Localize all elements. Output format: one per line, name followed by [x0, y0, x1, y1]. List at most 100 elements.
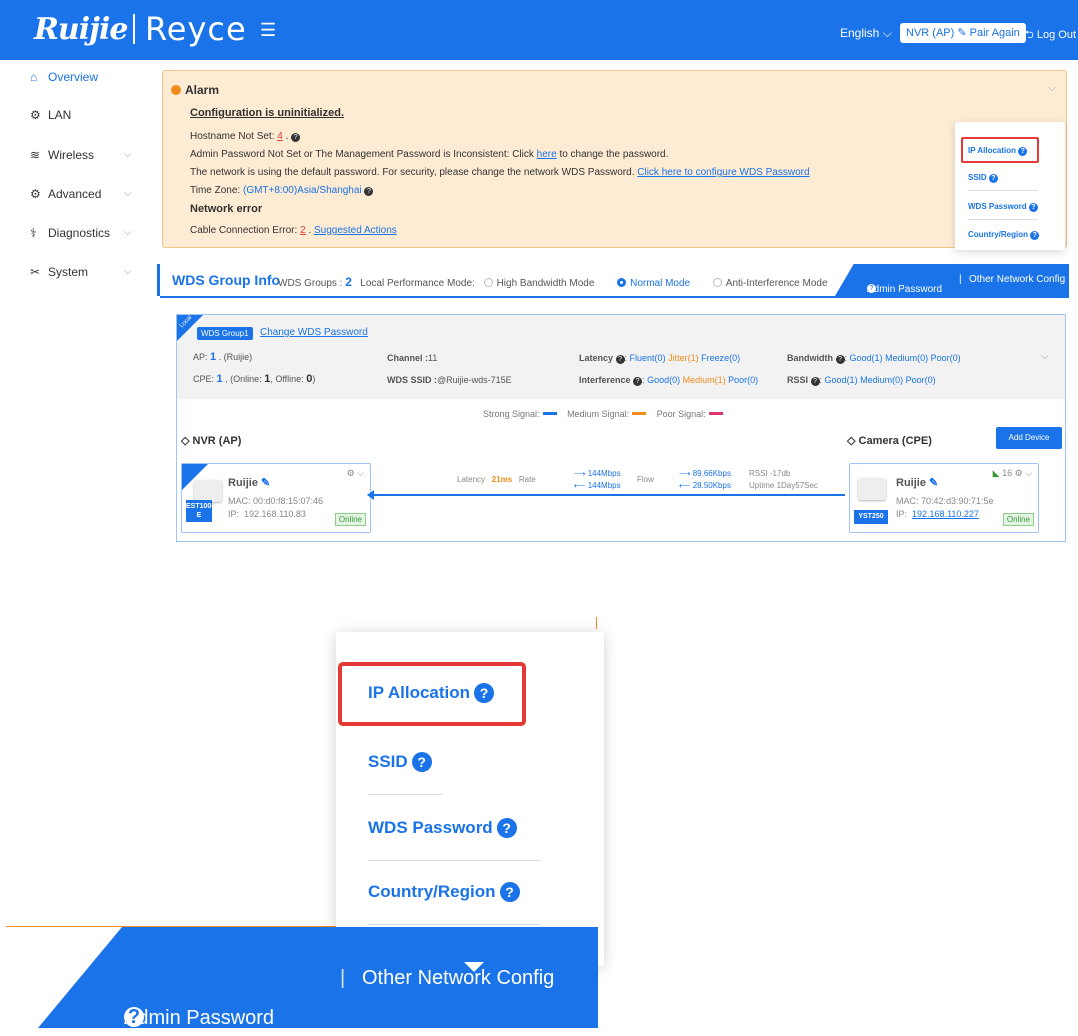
- edit-icon[interactable]: ✎: [929, 477, 938, 489]
- chevron-down-icon[interactable]: ⌵: [124, 149, 132, 160]
- radio-anti-interference[interactable]: [712, 278, 722, 287]
- rate-up: ⟶ 144Mbps: [574, 469, 621, 478]
- logout-icon: ⮌: [1025, 29, 1034, 41]
- language-select[interactable]: English ⌵: [840, 26, 892, 41]
- ap-model-badge: EST100-E: [186, 500, 214, 522]
- stethoscope-icon: ⚕: [30, 226, 37, 240]
- reyee-logo: Reyce: [145, 10, 247, 48]
- menu-collapse-icon[interactable]: ☰: [260, 20, 276, 41]
- sidebar-item-system[interactable]: ✂ System: [30, 265, 88, 279]
- radio-high-bandwidth[interactable]: [483, 278, 493, 287]
- ap-device-image: [194, 480, 222, 502]
- ap-device-name: Ruijie ✎: [228, 477, 271, 489]
- ruijie-logo: Ruijie: [34, 12, 128, 47]
- hostname-alert: Hostname Not Set: 4 . ?: [190, 131, 301, 142]
- cable-error-alert: Cable Connection Error: 2 . Suggested Ac…: [190, 225, 397, 236]
- sidebar-item-advanced[interactable]: ⚙ Advanced: [30, 187, 101, 201]
- zoomed-network-config-dropdown: IP Allocation? SSID? WDS Password? Count…: [336, 632, 604, 966]
- client-count[interactable]: ◣ 16 ⚙ ⌵: [993, 468, 1032, 479]
- gear-icon: ⚙: [30, 108, 41, 122]
- edit-icon[interactable]: ✎: [261, 477, 270, 489]
- wds-link-line: [370, 494, 845, 496]
- help-icon[interactable]: ?: [364, 187, 374, 196]
- ap-ip: IP: 192.168.110.83: [228, 509, 306, 519]
- ap-status-badge: Online: [334, 513, 366, 526]
- other-network-config-tab[interactable]: Other Network Config: [969, 274, 1065, 285]
- help-icon[interactable]: ?: [291, 133, 301, 142]
- divider: [368, 924, 540, 925]
- menu-item-country-region[interactable]: Country/Region ?: [968, 230, 1040, 240]
- home-icon: ⌂: [30, 70, 38, 84]
- help-icon: ?: [615, 355, 625, 364]
- cpe-device-name: Ruijie ✎: [896, 477, 939, 489]
- wds-groups-count: 2: [345, 275, 352, 289]
- signal-icon: ◣: [992, 468, 1000, 478]
- zoomed-menu-item-country-region[interactable]: Country/Region?: [368, 882, 520, 902]
- cpe-ip: IP: 192.168.110.227: [896, 509, 979, 519]
- rate-down: ⟵ 144Mbps: [574, 481, 621, 490]
- cpe-device-card[interactable]: YST250 Ruijie ✎ MAC: 70:42:d3:90:71:5e I…: [849, 463, 1039, 533]
- ap-device-card[interactable]: EST100-E Ruijie ✎ MAC: 00:d0:f8:15:07:46…: [181, 463, 371, 533]
- zoomed-menu-item-ssid[interactable]: SSID?: [368, 752, 432, 772]
- change-password-link[interactable]: here: [537, 149, 557, 160]
- signal-legend: Strong Signal: Medium Signal: Poor Signa…: [483, 409, 731, 419]
- menu-item-ssid[interactable]: SSID ?: [968, 173, 998, 183]
- sidebar-item-diagnostics[interactable]: ⚕ Diagnostics: [30, 226, 110, 240]
- help-icon[interactable]: ?: [867, 284, 876, 293]
- configure-wds-password-link[interactable]: Click here to configure WDS Password: [637, 167, 809, 178]
- sidebar-item-overview[interactable]: ⌂ Overview: [30, 70, 98, 84]
- device-pill[interactable]: NVR (AP) ✎ Pair Again: [900, 23, 1026, 43]
- help-icon[interactable]: ?: [1028, 203, 1038, 212]
- alert-icon: [171, 85, 181, 95]
- sidebar: ⌂ Overview ⚙ LAN ≋ Wireless ⌵ ⚙ Advanced ⌵ ⚕…: [0, 60, 150, 550]
- radio-normal-mode[interactable]: [617, 278, 627, 287]
- chevron-down-icon[interactable]: ⌵: [1048, 83, 1056, 94]
- cpe-device-image: [858, 478, 886, 500]
- help-icon[interactable]: ?: [124, 1007, 144, 1027]
- help-icon[interactable]: ?: [496, 818, 517, 838]
- cpe-section-title: ◇ Camera (CPE): [847, 435, 932, 447]
- chevron-down-icon[interactable]: ⌵: [1041, 351, 1049, 362]
- zoomed-menu-item-wds-password[interactable]: WDS Password?: [368, 818, 517, 838]
- zoomed-other-network-config-tab[interactable]: Other Network Config: [362, 967, 554, 990]
- help-icon[interactable]: ?: [411, 752, 432, 772]
- device-label: NVR (AP): [906, 27, 955, 39]
- cable-error-count-link[interactable]: 2: [300, 225, 306, 236]
- help-icon[interactable]: ?: [1030, 231, 1040, 240]
- hostname-count-link[interactable]: 4: [277, 131, 283, 142]
- cpe-mac: MAC: 70:42:d3:90:71:5e: [896, 496, 994, 506]
- chevron-down-icon[interactable]: ⌵: [124, 188, 132, 199]
- menu-item-wds-password[interactable]: WDS Password ?: [968, 202, 1038, 212]
- divider: [368, 794, 442, 795]
- wds-group-badge: WDS Group1: [197, 327, 253, 340]
- zoomed-menu-item-ip-allocation[interactable]: IP Allocation?: [368, 683, 495, 703]
- help-icon[interactable]: ?: [499, 882, 520, 902]
- flow-up: ⟶ 89.66Kbps: [679, 469, 731, 478]
- interference-info: Interference ?: Good(0) Medium(1) Poor(0…: [579, 375, 759, 386]
- help-icon[interactable]: ?: [474, 683, 495, 703]
- suggested-actions-link[interactable]: Suggested Actions: [314, 225, 397, 236]
- add-device-button[interactable]: Add Device: [996, 427, 1062, 449]
- wds-password-alert: The network is using the default passwor…: [190, 167, 810, 178]
- chevron-down-icon[interactable]: ⌵: [124, 227, 132, 238]
- alarm-panel: Alarm ⌵ Configuration is uninitialized. …: [162, 70, 1067, 248]
- help-icon[interactable]: ?: [988, 174, 998, 183]
- pair-again-link[interactable]: Pair Again: [970, 27, 1020, 39]
- gear-icon[interactable]: ⚙ ⌵: [347, 468, 364, 479]
- chevron-down-icon[interactable]: ⌵: [124, 266, 132, 277]
- sidebar-item-lan[interactable]: ⚙ LAN: [30, 108, 71, 122]
- logo-divider: [133, 14, 135, 44]
- alarm-title: Alarm: [171, 83, 219, 97]
- help-icon: ?: [835, 355, 845, 364]
- gear-icon: ⚙: [1014, 468, 1023, 478]
- settings-icon: ⚙: [30, 187, 41, 201]
- logout-button[interactable]: ⮌ Log Out: [1025, 26, 1076, 45]
- change-wds-password-link[interactable]: Change WDS Password: [260, 327, 368, 338]
- cpe-model-badge: YST250: [854, 510, 888, 524]
- channel-info: Channel :11: [387, 353, 438, 363]
- help-icon: ?: [633, 377, 643, 386]
- sidebar-item-wireless[interactable]: ≋ Wireless: [30, 148, 94, 162]
- uptime-value: Uptime 1Day57Sec: [749, 481, 818, 490]
- timezone-value[interactable]: (GMT+8:00)Asia/Shanghai: [243, 185, 362, 196]
- guide-line: [596, 617, 597, 629]
